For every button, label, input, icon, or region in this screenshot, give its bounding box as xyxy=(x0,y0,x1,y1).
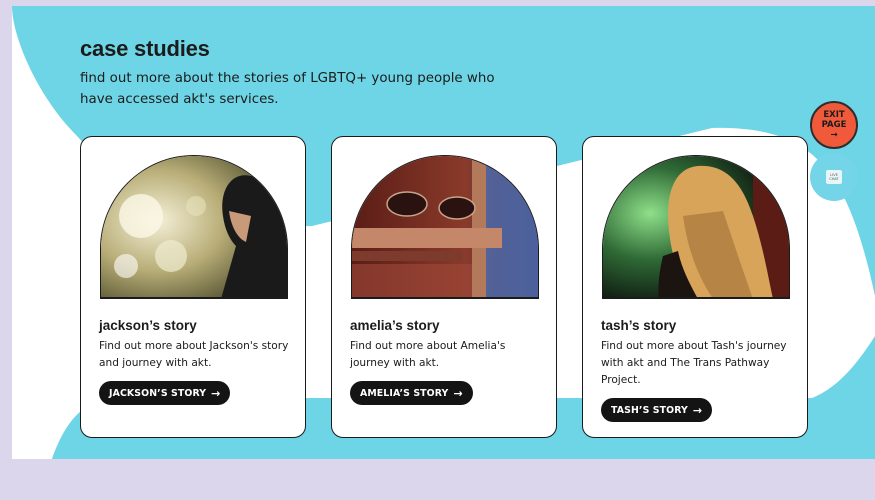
button-label: TASH’S STORY xyxy=(611,404,688,416)
jackson-photo xyxy=(100,155,288,298)
tash-photo xyxy=(602,155,790,298)
live-chat-button[interactable]: LIVE CHAT xyxy=(810,153,858,201)
card-title: jackson’s story xyxy=(99,318,197,333)
photo-baseline xyxy=(351,297,539,299)
exit-label-line1: EXIT xyxy=(823,110,845,120)
arrow-right-icon: → xyxy=(211,386,221,400)
exit-page-button[interactable]: EXIT PAGE → xyxy=(810,101,858,149)
card-description: Find out more about Tash's journey with … xyxy=(601,340,787,386)
case-studies-section: case studies find out more about the sto… xyxy=(12,6,875,459)
tash-story-button[interactable]: TASH’S STORY → xyxy=(601,398,713,422)
case-card-tash[interactable]: tash’s story Find out more about Tash's … xyxy=(582,136,808,438)
card-description: Find out more about Amelia's journey wit… xyxy=(350,340,506,369)
photo-baseline xyxy=(100,297,288,299)
chat-label-line2: CHAT xyxy=(829,177,839,181)
photo-baseline xyxy=(602,297,790,299)
case-card-jackson[interactable]: jackson’s story Find out more about Jack… xyxy=(80,136,306,438)
card-title: amelia’s story xyxy=(350,318,440,333)
amelia-photo xyxy=(351,155,539,298)
arrow-right-icon: → xyxy=(830,130,838,140)
amelia-story-button[interactable]: AMELIA’S STORY → xyxy=(350,381,473,405)
section-intro: find out more about the stories of LGBTQ… xyxy=(80,71,495,107)
jackson-story-button[interactable]: JACKSON’S STORY → xyxy=(99,381,231,405)
chat-bubble-icon: LIVE CHAT xyxy=(826,170,842,184)
arrow-right-icon: → xyxy=(692,403,703,417)
card-description: Find out more about Jackson's story and … xyxy=(99,340,289,369)
button-label: JACKSON’S STORY xyxy=(109,387,207,399)
case-card-amelia[interactable]: amelia’s story Find out more about Ameli… xyxy=(331,136,557,438)
card-title: tash’s story xyxy=(601,318,677,333)
button-label: AMELIA’S STORY xyxy=(360,387,449,399)
section-title: case studies xyxy=(80,36,210,61)
exit-label-line2: PAGE xyxy=(821,120,847,130)
arrow-right-icon: → xyxy=(453,386,463,400)
